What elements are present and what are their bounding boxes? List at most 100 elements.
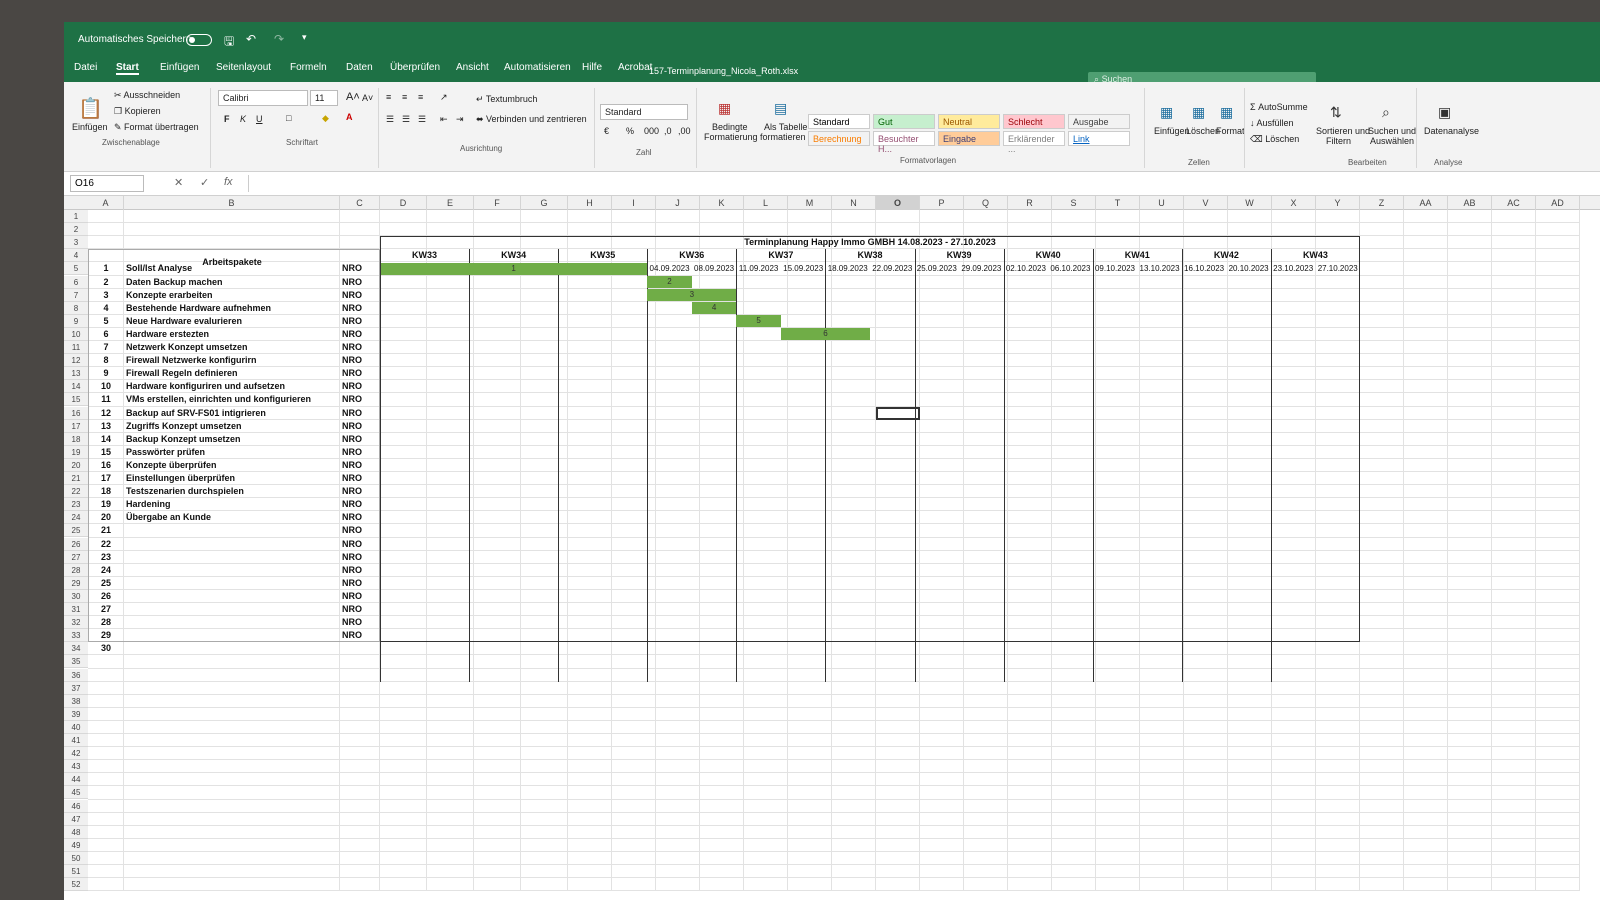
confirm-icon[interactable]: ✓ — [200, 176, 209, 189]
column-header-ac[interactable]: AC — [1492, 196, 1536, 210]
align-middle-icon[interactable]: ≡ — [402, 92, 407, 102]
cell-style-berechnung[interactable]: Berechnung — [808, 131, 870, 146]
row-header-34[interactable]: 34 — [64, 642, 88, 656]
save-icon[interactable]: 🖫 — [224, 32, 234, 53]
insert-cells-icon[interactable]: ▦ — [1160, 104, 1173, 121]
column-header-ab[interactable]: AB — [1448, 196, 1492, 210]
row-header-42[interactable]: 42 — [64, 747, 88, 761]
column-header-l[interactable]: L — [744, 196, 788, 210]
row-header-13[interactable]: 13 — [64, 367, 88, 381]
row-header-36[interactable]: 36 — [64, 668, 88, 682]
find-icon[interactable]: ⌕ — [1382, 104, 1390, 121]
underline-button[interactable]: U — [256, 114, 263, 124]
column-header-h[interactable]: H — [568, 196, 612, 210]
row-header-48[interactable]: 48 — [64, 825, 88, 839]
format-as-table-label[interactable]: Als Tabelle — [764, 122, 807, 132]
row-header-45[interactable]: 45 — [64, 786, 88, 800]
cell-style-erklärender[interactable]: Erklärender ... — [1003, 131, 1065, 154]
font-color-icon[interactable]: A — [346, 112, 353, 122]
row-header-35[interactable]: 35 — [64, 655, 88, 669]
find-select-button-2[interactable]: Auswählen — [1370, 136, 1414, 146]
column-header-o[interactable]: O — [876, 196, 920, 210]
column-header-f[interactable]: F — [474, 196, 521, 210]
thousands-icon[interactable]: 000 — [644, 126, 659, 136]
delete-cells-icon[interactable]: ▦ — [1192, 104, 1205, 121]
row-header-43[interactable]: 43 — [64, 760, 88, 774]
conditional-format-icon[interactable]: ▦ — [718, 100, 731, 117]
align-left-icon[interactable]: ☰ — [386, 114, 394, 125]
column-header-y[interactable]: Y — [1316, 196, 1360, 210]
cell-style-ausgabe[interactable]: Ausgabe — [1068, 114, 1130, 129]
format-as-table-icon[interactable]: ▤ — [774, 100, 787, 117]
column-header-aa[interactable]: AA — [1404, 196, 1448, 210]
selected-cell-o16[interactable] — [876, 406, 920, 420]
tab-start[interactable]: Start — [116, 62, 139, 75]
cell-style-schlecht[interactable]: Schlecht — [1003, 114, 1065, 129]
conditional-format-label-2[interactable]: Formatierung — [704, 132, 758, 142]
row-header-49[interactable]: 49 — [64, 838, 88, 852]
row-header-39[interactable]: 39 — [64, 707, 88, 721]
column-header-i[interactable]: I — [612, 196, 656, 210]
row-header-44[interactable]: 44 — [64, 773, 88, 787]
sort-filter-icon[interactable]: ⇅ — [1330, 104, 1342, 121]
grow-font-icon[interactable]: A˄ — [346, 91, 360, 103]
row-header-28[interactable]: 28 — [64, 563, 88, 577]
data-analysis-button[interactable]: Datenanalyse — [1424, 126, 1479, 136]
row-header-32[interactable]: 32 — [64, 616, 88, 630]
percent-icon[interactable]: % — [626, 126, 634, 136]
file-name[interactable]: 157-Terminplanung_Nicola_Roth.xlsx — [649, 66, 798, 76]
align-right-icon[interactable]: ☰ — [418, 114, 426, 125]
row-header-22[interactable]: 22 — [64, 485, 88, 499]
customize-qat-icon[interactable]: ▾ — [302, 32, 307, 43]
column-header-e[interactable]: E — [427, 196, 474, 210]
column-header-b[interactable]: B — [124, 196, 340, 210]
row-header-16[interactable]: 16 — [64, 406, 88, 420]
row-header-26[interactable]: 26 — [64, 537, 88, 551]
font-size-select[interactable]: 11 — [310, 90, 338, 106]
orientation-icon[interactable]: ↗ — [440, 92, 448, 103]
column-header-k[interactable]: K — [700, 196, 744, 210]
row-header-40[interactable]: 40 — [64, 720, 88, 734]
shrink-font-icon[interactable]: A˅ — [362, 93, 373, 103]
tab-ansicht[interactable]: Ansicht — [456, 62, 489, 73]
column-header-s[interactable]: S — [1052, 196, 1096, 210]
cell-style-eingabe[interactable]: Eingabe — [938, 131, 1000, 146]
formula-input[interactable] — [248, 175, 1588, 192]
cell-style-link[interactable]: Link — [1068, 131, 1130, 146]
row-header-6[interactable]: 6 — [64, 275, 88, 289]
font-name-select[interactable]: Calibri — [218, 90, 308, 106]
row-header-30[interactable]: 30 — [64, 589, 88, 603]
conditional-format-label[interactable]: Bedingte — [712, 122, 748, 132]
row-header-20[interactable]: 20 — [64, 458, 88, 472]
column-header-d[interactable]: D — [380, 196, 427, 210]
column-header-c[interactable]: C — [340, 196, 380, 210]
increase-decimal-icon[interactable]: ,0 — [664, 126, 672, 136]
worksheet-grid[interactable]: A B C D E F G H I J K L M N O P Q R S T U V W X Y Z AA AB AC AD 12345… — [64, 196, 1600, 900]
row-header-29[interactable]: 29 — [64, 576, 88, 590]
column-header-q[interactable]: Q — [964, 196, 1008, 210]
name-box[interactable]: O16 — [70, 175, 144, 192]
sort-filter-button[interactable]: Sortieren und — [1316, 126, 1370, 136]
row-header-19[interactable]: 19 — [64, 445, 88, 459]
column-header-w[interactable]: W — [1228, 196, 1272, 210]
row-header-8[interactable]: 8 — [64, 301, 88, 315]
format-cells-icon[interactable]: ▦ — [1220, 104, 1233, 121]
row-header-12[interactable]: 12 — [64, 354, 88, 368]
row-header-4[interactable]: 4 — [64, 249, 88, 263]
column-header-a[interactable]: A — [88, 196, 124, 210]
align-bottom-icon[interactable]: ≡ — [418, 92, 423, 102]
column-header-v[interactable]: V — [1184, 196, 1228, 210]
number-format-select[interactable]: Standard — [600, 104, 688, 120]
autosave-toggle[interactable] — [186, 34, 212, 46]
cancel-icon[interactable]: ✕ — [174, 176, 183, 189]
italic-button[interactable]: K — [240, 114, 246, 124]
row-header-41[interactable]: 41 — [64, 734, 88, 747]
row-header-46[interactable]: 46 — [64, 799, 88, 813]
tab-hilfe[interactable]: Hilfe — [582, 62, 602, 73]
find-select-button[interactable]: Suchen und — [1368, 126, 1416, 136]
column-header-ad[interactable]: AD — [1536, 196, 1580, 210]
row-header-50[interactable]: 50 — [64, 851, 88, 865]
row-header-10[interactable]: 10 — [64, 327, 88, 341]
column-header-z[interactable]: Z — [1360, 196, 1404, 210]
row-header-5[interactable]: 5 — [64, 262, 88, 276]
